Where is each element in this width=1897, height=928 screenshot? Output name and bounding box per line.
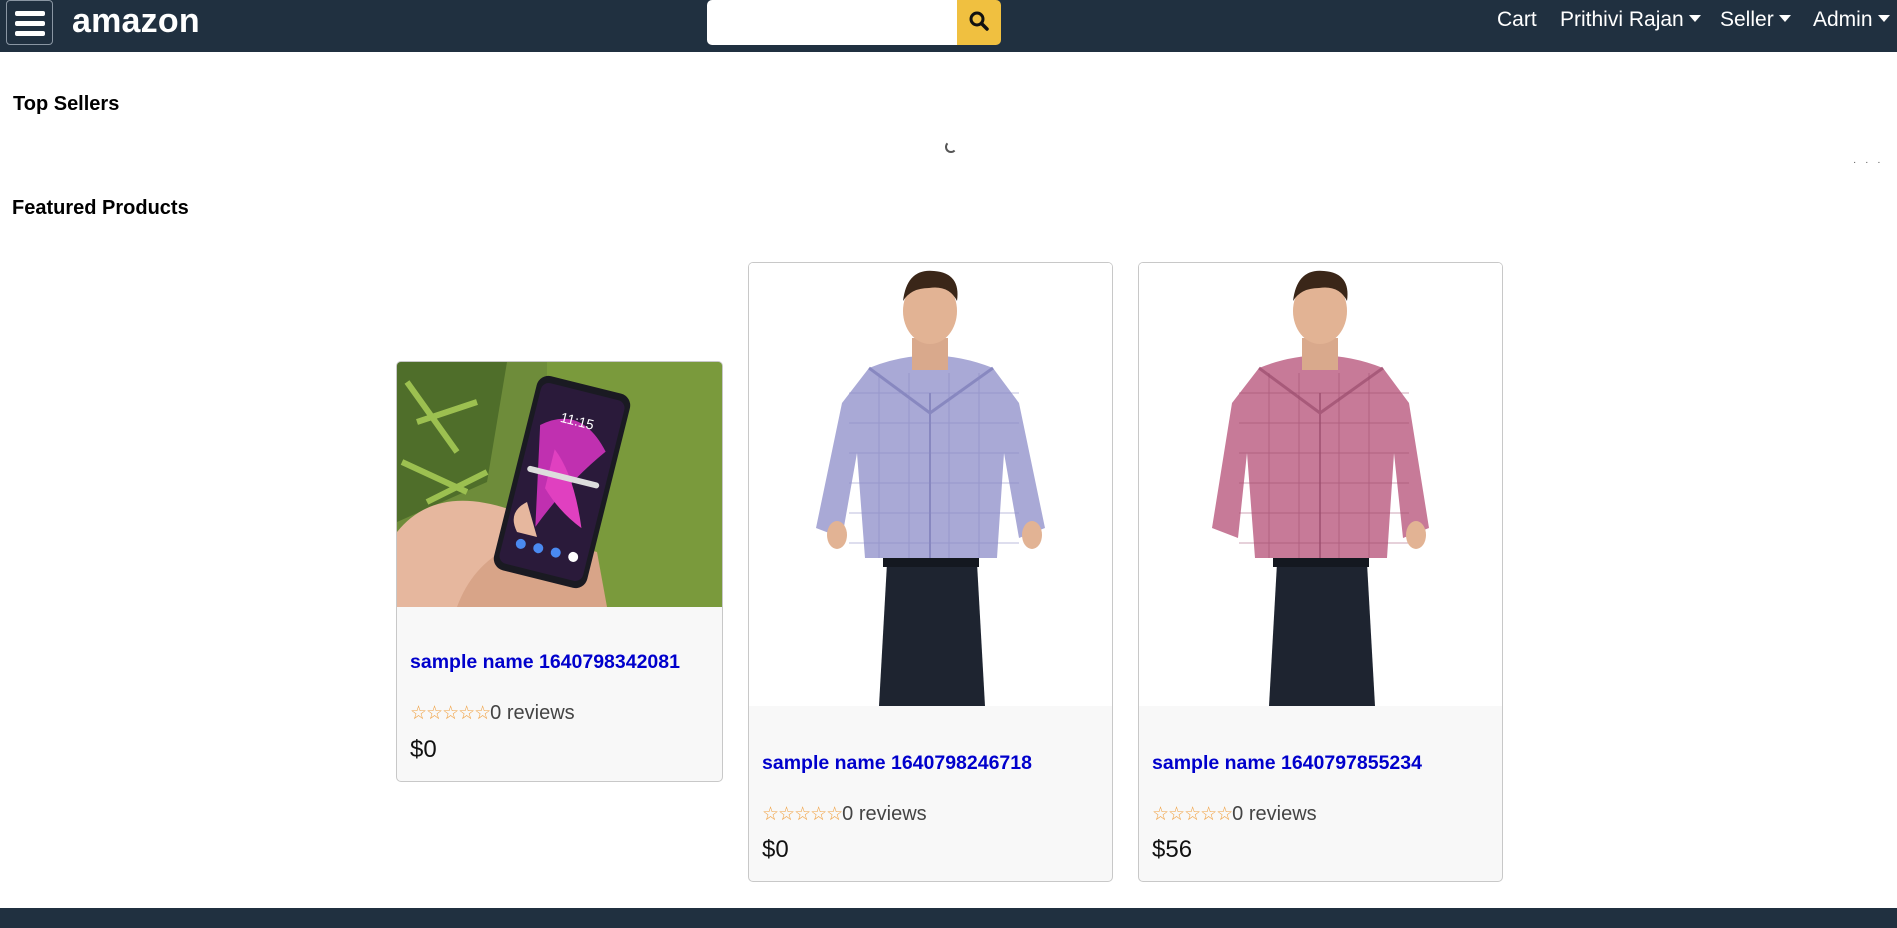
cart-link[interactable]: Cart [1497, 8, 1537, 32]
product-name-link[interactable]: sample name 1640798246718 [762, 752, 1032, 775]
rating-stars-icon: ☆☆☆☆☆ [410, 702, 491, 724]
loading-spinner-icon [945, 141, 957, 153]
phone-photo-image: 11:15 [397, 362, 722, 607]
carousel-indicator-icon: · · · [1853, 157, 1884, 168]
product-card: 11:15 sample name 1640798342081 ☆☆☆☆☆0 r… [396, 361, 723, 782]
product-image-link[interactable]: 11:15 [397, 362, 722, 607]
top-sellers-heading: Top Sellers [13, 93, 120, 115]
product-rating: ☆☆☆☆☆0 reviews [410, 702, 575, 725]
caret-down-icon [1877, 15, 1890, 22]
seller-menu-label: Seller [1720, 8, 1774, 31]
seller-menu-dropdown[interactable]: Seller [1720, 8, 1791, 32]
red-checked-shirt-photo-image [1139, 263, 1502, 706]
search-input[interactable] [707, 0, 958, 45]
top-navbar: amazon Cart Prithivi Rajan Seller Admin [0, 0, 1897, 52]
product-price: $0 [762, 836, 789, 863]
hamburger-menu-button[interactable] [6, 0, 53, 45]
rating-stars-icon: ☆☆☆☆☆ [1152, 803, 1233, 825]
footer-bar [0, 908, 1897, 928]
review-count: 0 reviews [1232, 803, 1317, 825]
product-price: $0 [410, 736, 437, 763]
product-rating: ☆☆☆☆☆0 reviews [762, 803, 927, 826]
product-price: $56 [1152, 836, 1193, 863]
admin-menu-dropdown[interactable]: Admin [1813, 8, 1890, 32]
review-count: 0 reviews [842, 803, 927, 825]
hamburger-icon-bar [15, 31, 45, 36]
search-button[interactable] [957, 0, 1001, 45]
search-icon [969, 11, 989, 31]
caret-down-icon [1688, 15, 1701, 22]
blue-checked-shirt-photo-image [749, 263, 1112, 706]
hamburger-icon [15, 11, 45, 16]
product-rating: ☆☆☆☆☆0 reviews [1152, 803, 1317, 826]
brand-logo-link[interactable]: amazon [72, 0, 200, 42]
featured-products-heading: Featured Products [12, 197, 189, 219]
product-card: sample name 1640797855234 ☆☆☆☆☆0 reviews… [1138, 262, 1503, 882]
product-image-link[interactable] [749, 263, 1112, 706]
rating-stars-icon: ☆☆☆☆☆ [762, 803, 843, 825]
user-menu-dropdown[interactable]: Prithivi Rajan [1560, 8, 1701, 32]
hamburger-icon-bar [15, 21, 45, 26]
user-menu-label: Prithivi Rajan [1560, 8, 1684, 31]
product-image-link[interactable] [1139, 263, 1502, 706]
caret-down-icon [1778, 15, 1791, 22]
product-card: sample name 1640798246718 ☆☆☆☆☆0 reviews… [748, 262, 1113, 882]
admin-menu-label: Admin [1813, 8, 1873, 31]
review-count: 0 reviews [490, 702, 575, 724]
product-name-link[interactable]: sample name 1640798342081 [410, 651, 680, 674]
product-name-link[interactable]: sample name 1640797855234 [1152, 752, 1422, 775]
